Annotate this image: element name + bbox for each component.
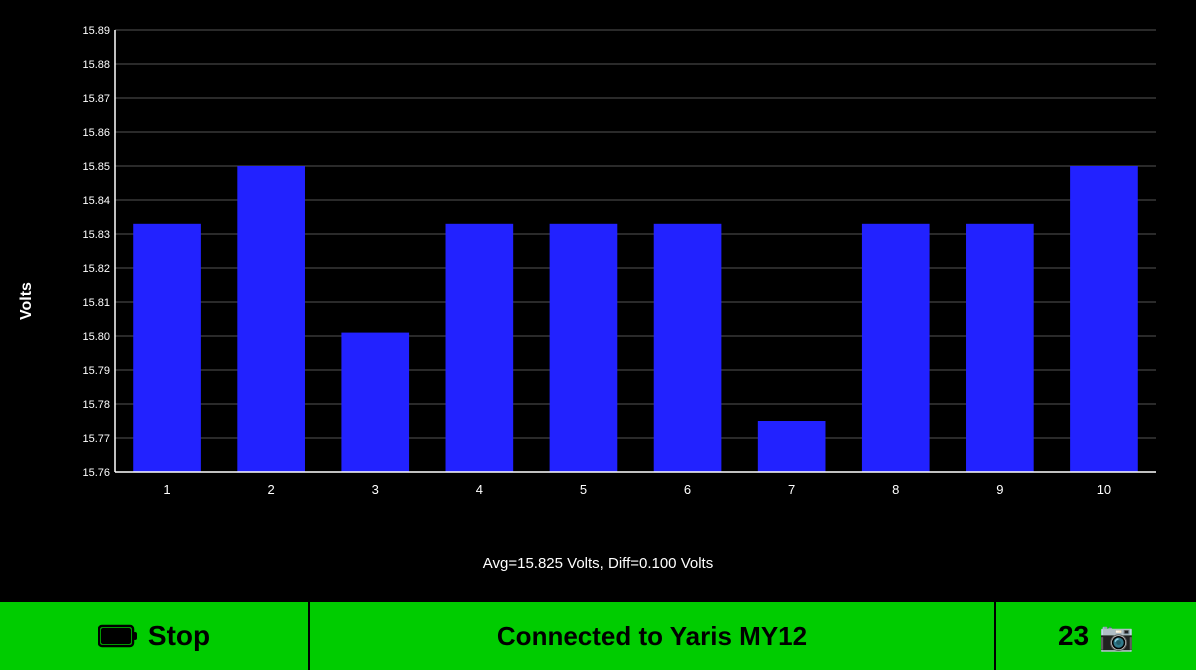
chart-subtitle: Avg=15.825 Volts, Diff=0.100 Volts (0, 555, 1196, 572)
svg-text:7: 7 (788, 482, 795, 497)
svg-text:3: 3 (372, 482, 379, 497)
svg-text:8: 8 (892, 482, 899, 497)
svg-text:15.77: 15.77 (82, 433, 110, 445)
svg-text:15.87: 15.87 (82, 93, 110, 105)
svg-text:5: 5 (580, 482, 587, 497)
svg-text:15.79: 15.79 (82, 365, 110, 377)
svg-text:1: 1 (163, 482, 170, 497)
svg-text:9: 9 (996, 482, 1003, 497)
svg-text:15.89: 15.89 (82, 25, 110, 37)
stop-section[interactable]: Stop (0, 602, 310, 670)
camera-icon: 📷 (1099, 620, 1134, 653)
svg-text:15.80: 15.80 (82, 331, 110, 343)
count-section: 23 📷 (996, 602, 1196, 670)
toolbar: Stop Connected to Yaris MY12 23 📷 (0, 602, 1196, 670)
svg-text:15.84: 15.84 (82, 195, 110, 207)
battery-icon (98, 623, 138, 649)
svg-text:15.76: 15.76 (82, 467, 110, 479)
chart-area: Volts 15.76 15.77 15.78 15.79 15.80 15.81 15.8… (0, 0, 1196, 602)
svg-text:15.88: 15.88 (82, 59, 110, 71)
svg-text:15.81: 15.81 (82, 297, 110, 309)
chart-inner: 15.76 15.77 15.78 15.79 15.80 15.81 15.82 15.83… (60, 20, 1176, 522)
svg-text:15.78: 15.78 (82, 399, 110, 411)
svg-text:10: 10 (1097, 482, 1111, 497)
svg-text:6: 6 (684, 482, 691, 497)
svg-text:15.82: 15.82 (82, 263, 110, 275)
connection-section: Connected to Yaris MY12 (310, 602, 996, 670)
bar-chart: 15.76 15.77 15.78 15.79 15.80 15.81 15.82 15.83… (60, 20, 1176, 522)
svg-text:15.83: 15.83 (82, 229, 110, 241)
svg-text:15.85: 15.85 (82, 161, 110, 173)
count-value: 23 (1058, 620, 1089, 652)
svg-text:2: 2 (268, 482, 275, 497)
main-container: Volts 15.76 15.77 15.78 15.79 15.80 15.81 15.8… (0, 0, 1196, 670)
stop-button-label[interactable]: Stop (148, 620, 210, 652)
svg-text:15.86: 15.86 (82, 127, 110, 139)
svg-text:4: 4 (476, 482, 483, 497)
y-axis-label: Volts (18, 282, 36, 320)
connection-label: Connected to Yaris MY12 (497, 621, 807, 652)
